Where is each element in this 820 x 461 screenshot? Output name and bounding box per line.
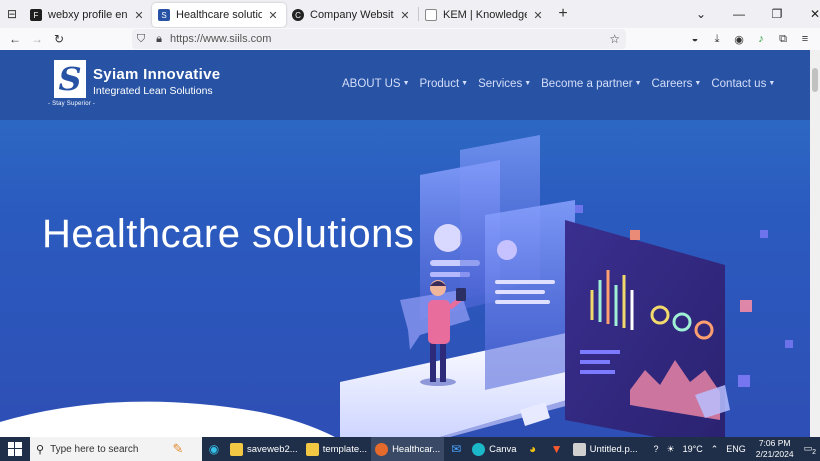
- taskbar-app-template[interactable]: template...: [302, 437, 371, 461]
- figma-icon: F: [30, 9, 42, 21]
- brand-subtitle: Integrated Lean Solutions: [93, 85, 213, 97]
- maximize-icon[interactable]: ❐: [758, 7, 796, 21]
- tab-title: webxy profile english – Figma: [48, 9, 128, 21]
- tab-figma[interactable]: F webxy profile english – Figma ✕: [24, 3, 152, 27]
- address-bar[interactable]: ⛉ 🔒︎ https://www.siils.com ☆: [132, 29, 626, 49]
- close-icon[interactable]: ✕: [132, 9, 146, 22]
- browser-tab-strip: ⊟ F webxy profile english – Figma ✕ S He…: [0, 0, 820, 28]
- help-icon[interactable]: ?: [653, 444, 658, 454]
- lock-icon[interactable]: 🔒︎: [150, 33, 168, 46]
- scrollbar-thumb[interactable]: [812, 68, 818, 92]
- menu-about-us[interactable]: ABOUT US ▼: [342, 78, 410, 90]
- pocket-icon[interactable]: ◒: [684, 33, 706, 45]
- tab-list-icon[interactable]: ⊟: [0, 0, 24, 28]
- close-icon[interactable]: ✕: [266, 9, 280, 22]
- tab-kem[interactable]: KEM | Knowledge Event For Ma ✕: [419, 3, 551, 27]
- clock-time: 7:06 PM: [758, 438, 791, 448]
- system-tray: ? ☀ 19°C ⌃ ENG 7:06 PM 2/21/2024 ▭2: [649, 437, 820, 461]
- menu-services[interactable]: Services ▼: [478, 78, 531, 90]
- taskbar-app-canva[interactable]: Canva: [468, 437, 520, 461]
- taskbar-search-input[interactable]: ⚲ Type here to search: [30, 437, 154, 461]
- tab-healthcare[interactable]: S Healthcare solutions | integrate ✕: [152, 3, 286, 27]
- page-icon: [425, 9, 437, 21]
- search-highlight-icon[interactable]: ✎: [154, 437, 202, 461]
- web-page: S - Stay Superior - Syiam Innovative Int…: [0, 50, 810, 437]
- taskbar-app-firefox[interactable]: Healthcar...: [371, 437, 445, 461]
- taskbar-app-saveweb[interactable]: saveweb2...: [226, 437, 302, 461]
- search-placeholder: Type here to search: [50, 443, 139, 455]
- bookmark-star-icon[interactable]: ☆: [609, 32, 620, 46]
- reload-icon[interactable]: ↻: [48, 32, 70, 46]
- extension-leaf-icon[interactable]: ♪: [750, 33, 772, 45]
- mail-icon[interactable]: ✉: [444, 437, 468, 461]
- siils-favicon: S: [158, 9, 170, 21]
- close-icon[interactable]: ✕: [531, 9, 545, 22]
- weather-temp[interactable]: 19°C: [683, 444, 703, 454]
- tab-title: Healthcare solutions | integrate: [176, 9, 262, 21]
- brand-name[interactable]: Syiam Innovative: [93, 66, 220, 83]
- site-logo[interactable]: S: [54, 60, 86, 98]
- hero-illustration: [340, 135, 793, 437]
- windows-start-icon[interactable]: [0, 437, 30, 461]
- minimize-icon[interactable]: —: [720, 7, 758, 21]
- menu-product[interactable]: Product ▼: [420, 78, 469, 90]
- menu-icon[interactable]: ≡: [794, 33, 816, 45]
- clock-date: 2/21/2024: [755, 449, 794, 459]
- menu-contact-us[interactable]: Contact us ▼: [711, 78, 775, 90]
- close-window-icon[interactable]: ✕: [796, 7, 820, 21]
- notification-icon[interactable]: ▭2: [804, 443, 816, 456]
- chevron-down-icon[interactable]: ⌄: [682, 7, 720, 21]
- main-menu: ABOUT US ▼ Product ▼ Services ▼ Become a pa…: [342, 78, 785, 90]
- logo-tagline: - Stay Superior -: [48, 101, 96, 107]
- brave-icon[interactable]: ▼: [545, 437, 569, 461]
- close-icon[interactable]: ✕: [398, 9, 412, 22]
- back-icon[interactable]: ←: [4, 32, 26, 46]
- extensions-icon[interactable]: ⧉: [772, 33, 794, 46]
- chevron-up-icon[interactable]: ⌃: [711, 444, 719, 455]
- download-icon[interactable]: ⤓: [706, 33, 728, 46]
- toolbar-icons: ◒ ⤓ ◉ ♪ ⧉ ≡: [684, 28, 816, 50]
- forward-icon[interactable]: →: [26, 32, 48, 46]
- tab-title: Company Website Business We: [310, 9, 394, 21]
- browser-nav-bar: ← → ↻ ⛉ 🔒︎ https://www.siils.com ☆ ◒ ⤓ ◉…: [0, 28, 820, 50]
- shield-icon[interactable]: ⛉: [132, 33, 150, 46]
- tab-canva[interactable]: C Company Website Business We ✕: [286, 3, 418, 27]
- url-text[interactable]: https://www.siils.com: [170, 33, 271, 45]
- page-scrollbar[interactable]: [810, 50, 820, 437]
- hero-title: Healthcare solutions: [42, 212, 415, 256]
- clock[interactable]: 7:06 PM 2/21/2024: [756, 438, 794, 460]
- search-icon: ⚲: [36, 443, 45, 456]
- account-icon[interactable]: ◉: [728, 33, 750, 46]
- canva-favicon: C: [292, 9, 304, 21]
- window-controls: ⌄ — ❐ ✕: [682, 0, 820, 28]
- menu-careers[interactable]: Careers ▼: [652, 78, 702, 90]
- language-indicator[interactable]: ENG: [726, 444, 746, 454]
- taskbar: ⚲ Type here to search ✎ ◉ saveweb2... te…: [0, 437, 820, 461]
- chrome-icon[interactable]: ◕: [521, 437, 545, 461]
- edge-browser-icon[interactable]: ◉: [202, 437, 226, 461]
- taskbar-app-untitled[interactable]: Untitled.p...: [569, 437, 642, 461]
- weather-icon: ☀: [666, 443, 675, 454]
- hero-wave-shape: [0, 401, 335, 437]
- menu-become-partner[interactable]: Become a partner ▼: [541, 78, 641, 90]
- tab-title: KEM | Knowledge Event For Ma: [443, 9, 527, 21]
- new-tab-button[interactable]: +: [551, 5, 575, 23]
- site-header: S - Stay Superior - Syiam Innovative Int…: [0, 50, 810, 120]
